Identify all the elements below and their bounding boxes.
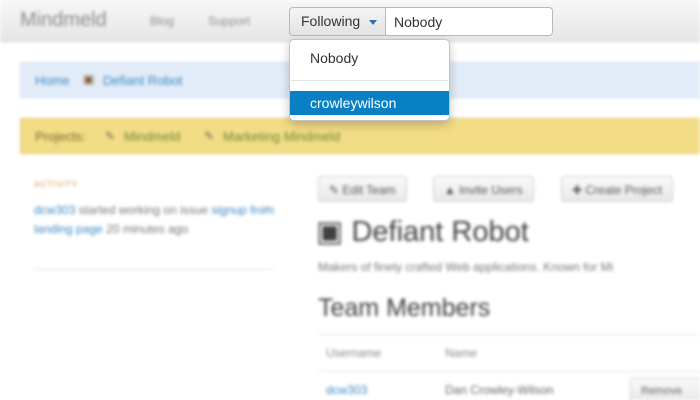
activity-user-link[interactable]: dcw303 [34, 203, 75, 217]
following-dropdown-menu: Nobody crowleywilson [289, 39, 450, 121]
nav-link-support[interactable]: Support [208, 14, 250, 28]
team-description: Makers of finely crafted Web application… [318, 260, 614, 274]
dropdown-divider [291, 80, 448, 81]
member-username-link[interactable]: dcw303 [326, 383, 367, 397]
project-link-mindmeld[interactable]: Mindmeld [124, 129, 180, 144]
table-header-rule [318, 371, 700, 372]
pencil-icon: ✎ [204, 129, 215, 143]
close-icon[interactable]: × [262, 201, 269, 215]
user-icon: ▲ [444, 183, 460, 197]
activity-item: dcw303 started working on issue signup f… [34, 201, 276, 239]
activity-action: started working on issue [75, 203, 212, 217]
create-project-label: Create Project [585, 183, 663, 197]
create-project-button[interactable]: ✚ Create Project [561, 176, 674, 202]
projects-label: Projects: [35, 129, 86, 144]
column-header-name: Name [445, 346, 478, 360]
edit-team-button[interactable]: ✎ Edit Team [318, 176, 407, 202]
following-label: Following [301, 13, 361, 29]
robot-icon: ▣ [83, 72, 95, 86]
filter-input[interactable] [386, 7, 553, 36]
caret-down-icon [369, 20, 377, 25]
pencil-icon: ✎ [329, 183, 343, 197]
project-link-marketing[interactable]: Marketing Mindmeld [223, 129, 340, 144]
invite-users-label: Invite Users [459, 183, 523, 197]
robot-icon: ▣ [316, 216, 352, 248]
team-members-heading: Team Members [318, 294, 491, 322]
dropdown-option-crowleywilson[interactable]: crowleywilson [290, 91, 449, 115]
divider [34, 269, 274, 270]
plus-icon: ✚ [572, 183, 586, 197]
projects-bar: Projects: ✎ Mindmeld ✎ Marketing Mindmel… [20, 118, 700, 154]
invite-users-button[interactable]: ▲ Invite Users [433, 176, 534, 202]
dropdown-option-nobody[interactable]: Nobody [290, 46, 449, 70]
brand-logo[interactable]: Mindmeld [20, 9, 107, 32]
remove-member-button[interactable]: Remove [630, 378, 700, 400]
table-top-rule [318, 334, 700, 335]
pencil-icon: ✎ [105, 129, 116, 143]
following-filter-button[interactable]: Following [289, 7, 386, 36]
breadcrumb-home[interactable]: Home [35, 73, 70, 88]
activity-heading: ACTIVITY [34, 180, 79, 189]
activity-time: 20 minutes ago [102, 222, 189, 236]
breadcrumb-current[interactable]: Defiant Robot [103, 73, 183, 88]
nav-link-blog[interactable]: Blog [150, 14, 174, 28]
column-header-username: Username [326, 346, 382, 360]
edit-team-label: Edit Team [342, 183, 396, 197]
team-title-text: Defiant Robot [351, 216, 529, 248]
page-title: ▣ Defiant Robot [316, 214, 529, 249]
member-name: Dan Crowley-Wilson [445, 383, 554, 397]
